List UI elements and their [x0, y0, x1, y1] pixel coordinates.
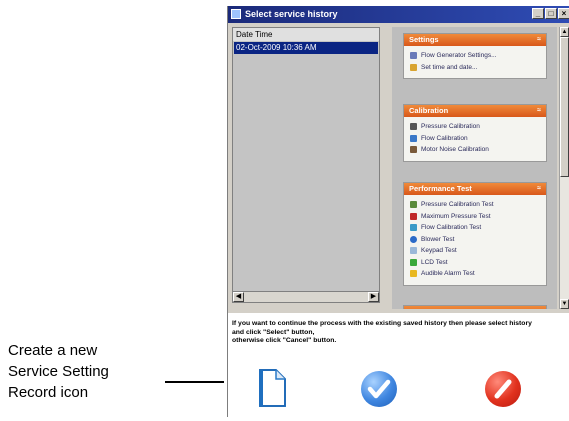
- scroll-right-icon[interactable]: ▶: [368, 292, 379, 302]
- group-header-partial[interactable]: [404, 306, 546, 309]
- group-header-performance-test[interactable]: Performance Test ≈: [404, 183, 546, 195]
- collapse-icon[interactable]: ≈: [537, 34, 541, 46]
- group-calibration: Calibration ≈ Pressure Calibration Flow …: [403, 104, 547, 162]
- scroll-left-icon[interactable]: ◀: [233, 292, 244, 302]
- vertical-scrollbar[interactable]: ▲ ▼: [559, 27, 569, 309]
- maximize-button[interactable]: □: [545, 8, 557, 19]
- scroll-up-icon[interactable]: ▲: [560, 27, 569, 37]
- task-pressure-calibration[interactable]: Pressure Calibration: [404, 121, 546, 133]
- gauge-icon: [410, 201, 417, 208]
- group-next-partial: [403, 305, 547, 309]
- group-title: Settings: [409, 35, 439, 44]
- group-title: Performance Test: [409, 184, 472, 193]
- cancel-button[interactable]: [485, 371, 521, 407]
- settings-icon: [410, 52, 417, 59]
- select-button[interactable]: [361, 371, 397, 407]
- cancel-icon: [494, 379, 512, 399]
- callout-line-1: Create a new: [8, 342, 98, 359]
- task-set-time-date[interactable]: Set time and date...: [404, 62, 546, 74]
- callout-line-3: Record icon: [8, 384, 89, 401]
- motor-icon: [410, 146, 417, 153]
- column-header-date-time[interactable]: Date Time: [233, 28, 379, 41]
- flow-icon: [410, 134, 417, 142]
- callout-line-2: Service Setting: [8, 363, 109, 380]
- keypad-icon: [410, 247, 417, 254]
- task-flow-calibration[interactable]: Flow Calibration: [404, 133, 546, 145]
- window-body: Date Time 02-Oct-2009 10:36 AM ◀ ▶ Setti…: [228, 23, 569, 313]
- message-line-3: otherwise click "Cancel" button.: [232, 337, 337, 344]
- horizontal-scrollbar[interactable]: ◀ ▶: [233, 291, 379, 302]
- thermometer-icon: [410, 212, 417, 220]
- task-flow-calibration-test[interactable]: Flow Calibration Test: [404, 222, 546, 234]
- title-bar[interactable]: Select service history _ □ ×: [228, 6, 569, 23]
- task-maximum-pressure-test[interactable]: Maximum Pressure Test: [404, 211, 546, 223]
- instruction-message: If you want to continue the process with…: [232, 320, 566, 346]
- callout-label: Create a new Service Setting Record icon: [8, 340, 109, 403]
- group-settings: Settings ≈ Flow Generator Settings... Se…: [403, 33, 547, 79]
- gauge-icon: [410, 123, 417, 130]
- task-keypad-test[interactable]: Keypad Test: [404, 245, 546, 257]
- task-blower-test[interactable]: Blower Test: [404, 234, 546, 246]
- scroll-thumb[interactable]: [560, 37, 569, 177]
- task-motor-noise-calibration[interactable]: Motor Noise Calibration: [404, 144, 546, 156]
- blower-icon: [410, 235, 417, 243]
- collapse-icon[interactable]: ≈: [537, 183, 541, 195]
- clock-icon: [410, 63, 417, 71]
- flow-icon: [410, 224, 417, 231]
- task-panel: Settings ≈ Flow Generator Settings... Se…: [392, 27, 557, 309]
- scroll-down-icon[interactable]: ▼: [560, 299, 569, 309]
- collapse-icon[interactable]: ≈: [537, 105, 541, 117]
- create-record-button[interactable]: [258, 369, 286, 407]
- callout-leader-line: [165, 381, 224, 383]
- window-title: Select service history: [245, 9, 338, 19]
- group-header-calibration[interactable]: Calibration ≈: [404, 105, 546, 117]
- history-list[interactable]: Date Time 02-Oct-2009 10:36 AM ◀ ▶: [232, 27, 380, 303]
- group-header-settings[interactable]: Settings ≈: [404, 34, 546, 46]
- task-audible-alarm-test[interactable]: Audible Alarm Test: [404, 268, 546, 280]
- task-flow-generator-settings[interactable]: Flow Generator Settings...: [404, 50, 546, 62]
- lcd-icon: [410, 258, 417, 266]
- group-title: Calibration: [409, 106, 449, 115]
- window-controls: _ □ ×: [532, 8, 569, 19]
- minimize-button[interactable]: _: [532, 8, 544, 19]
- select-service-history-window: Select service history _ □ × Date Time 0…: [227, 6, 569, 417]
- close-button[interactable]: ×: [558, 8, 569, 19]
- message-line-2: and click "Select" button,: [232, 328, 315, 336]
- history-row[interactable]: 02-Oct-2009 10:36 AM: [234, 42, 378, 54]
- task-pressure-calibration-test[interactable]: Pressure Calibration Test: [404, 199, 546, 211]
- new-document-icon: [259, 369, 286, 407]
- message-line-1: If you want to continue the process with…: [232, 320, 532, 327]
- bell-icon: [410, 270, 417, 277]
- app-icon: [231, 9, 241, 19]
- task-lcd-test[interactable]: LCD Test: [404, 257, 546, 269]
- checkmark-icon: [367, 379, 391, 399]
- group-performance-test: Performance Test ≈ Pressure Calibration …: [403, 182, 547, 286]
